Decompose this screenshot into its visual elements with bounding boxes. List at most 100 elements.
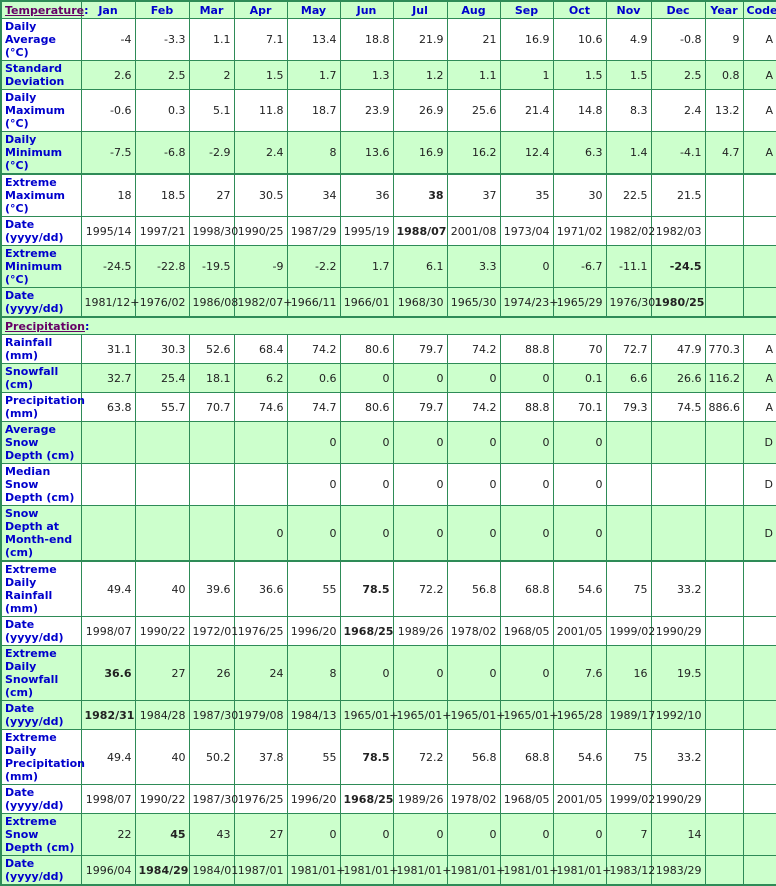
- value-cell: 0: [499, 645, 554, 701]
- value-cell: 27: [233, 813, 288, 856]
- value-cell: 30.5: [233, 173, 288, 217]
- value-cell: 80.6: [339, 334, 394, 364]
- value-cell: 0.1: [552, 363, 607, 393]
- code-cell: [742, 173, 776, 217]
- value-cell: 19.5: [650, 645, 706, 701]
- value-cell: 1983/12: [605, 855, 655, 886]
- value-cell: 31.1: [80, 334, 136, 364]
- value-cell: 1968/05: [499, 784, 554, 814]
- value-cell: 63.8: [80, 392, 136, 422]
- row-label: Snowfall (cm): [0, 363, 82, 393]
- value-cell: 1.1: [188, 18, 235, 61]
- value-cell: 1981/01+: [552, 855, 611, 886]
- value-cell: 0: [339, 421, 394, 464]
- value-cell: 0: [233, 505, 288, 562]
- month-header: Apr: [233, 0, 288, 19]
- value-cell: -0.6: [80, 89, 136, 132]
- row-label: Extreme Maximum (°C): [0, 173, 82, 217]
- value-cell: 0: [499, 363, 554, 393]
- value-cell: 0: [499, 421, 554, 464]
- value-cell: 6.6: [605, 363, 652, 393]
- value-cell: 0: [286, 813, 341, 856]
- value-cell: 1999/02: [605, 616, 655, 646]
- year-cell: [704, 813, 744, 856]
- value-cell: 25.4: [134, 363, 190, 393]
- value-cell: 0: [392, 363, 448, 393]
- month-header: May: [286, 0, 341, 19]
- value-cell: 2.6: [80, 60, 136, 90]
- row-snow-depth-month-end: Snow Depth at Month-end (cm) 0 0 0 0 0 0 0 D: [0, 505, 776, 562]
- value-cell: 0: [286, 505, 341, 562]
- value-cell: 21.5: [650, 173, 706, 217]
- code-header: Code: [742, 0, 776, 19]
- value-cell: 0: [392, 421, 448, 464]
- value-cell: 24: [233, 645, 288, 701]
- row-rainfall: Rainfall (mm) 31.1 30.3 52.6 68.4 74.2 80.6 79.…: [0, 334, 776, 364]
- row-std-dev: Standard Deviation 2.6 2.5 2 1.5 1.7 1.3 1.2 1.1…: [0, 60, 776, 90]
- value-cell: 0: [552, 505, 607, 562]
- value-cell: 34: [286, 173, 341, 217]
- code-cell: [742, 287, 776, 318]
- year-cell: [704, 216, 744, 246]
- value-cell: 1984/01: [188, 855, 238, 886]
- colon: :: [84, 319, 90, 333]
- value-cell: 22: [80, 813, 136, 856]
- value-cell: 49.4: [80, 560, 136, 617]
- value-cell: 18.7: [286, 89, 341, 132]
- value-cell: 7: [605, 813, 652, 856]
- value-cell: 13.4: [286, 18, 341, 61]
- value-cell: 0: [286, 421, 341, 464]
- code-cell: [742, 813, 776, 856]
- value-cell: 1990/29: [650, 616, 706, 646]
- value-cell: 1965/01+: [446, 700, 505, 730]
- value-cell: 8: [286, 131, 341, 175]
- value-cell: 88.8: [499, 392, 554, 422]
- value-cell: 6.3: [552, 131, 607, 175]
- value-cell: 79.7: [392, 392, 448, 422]
- value-cell: 16: [605, 645, 652, 701]
- value-cell: 2001/05: [552, 616, 607, 646]
- value-cell: 74.5: [650, 392, 706, 422]
- row-label: Precipitation (mm): [0, 392, 85, 422]
- month-header: Aug: [446, 0, 501, 19]
- value-cell: 12.4: [499, 131, 554, 175]
- value-cell: 47.9: [650, 334, 706, 364]
- value-cell: 1987/30: [188, 700, 238, 730]
- row-ext-daily-rain-date: Date (yyyy/dd) 1998/07 1990/22 1972/01 1976/…: [0, 616, 776, 646]
- code-cell: A: [742, 392, 776, 422]
- year-cell: [704, 700, 744, 730]
- row-ext-daily-rain: Extreme Daily Rainfall (mm) 49.4 40 39.6 36.…: [0, 560, 776, 617]
- row-label: Extreme Minimum (°C): [0, 245, 82, 288]
- value-cell: 1981/01+: [446, 855, 505, 886]
- code-cell: [742, 645, 776, 701]
- value-cell: 35: [499, 173, 554, 217]
- value-cell: 18.5: [134, 173, 190, 217]
- value-cell: 38: [392, 173, 448, 217]
- value-cell: 43: [188, 813, 235, 856]
- row-daily-min: Daily Minimum (°C) -7.5 -6.8 -2.9 2.4 8 13.6 16…: [0, 131, 776, 175]
- precipitation-header-section: Precipitation:: [0, 316, 776, 335]
- value-cell: 72.7: [605, 334, 652, 364]
- month-header: Sep: [499, 0, 554, 19]
- value-cell: 1987/29: [286, 216, 341, 246]
- value-cell: 26.6: [650, 363, 706, 393]
- value-cell: 1.4: [605, 131, 652, 175]
- value-cell: 27: [134, 645, 190, 701]
- precipitation-link[interactable]: Precipitation: [5, 320, 85, 333]
- value-cell: 1996/20: [286, 616, 341, 646]
- value-cell: 21.4: [499, 89, 554, 132]
- value-cell: 1990/25: [233, 216, 288, 246]
- value-cell: -24.5: [80, 245, 136, 288]
- value-cell: 74.2: [446, 334, 501, 364]
- value-cell: 7.1: [233, 18, 288, 61]
- value-cell: 1987/30: [188, 784, 238, 814]
- value-cell: -2.2: [286, 245, 341, 288]
- month-header: Dec: [650, 0, 706, 19]
- value-cell: 1998/07: [80, 616, 136, 646]
- row-label: Date (yyyy/dd): [0, 216, 82, 246]
- year-cell: [704, 560, 744, 617]
- value-cell: 1995/14: [80, 216, 136, 246]
- temperature-link[interactable]: Temperature: [5, 4, 84, 17]
- value-cell: 30.3: [134, 334, 190, 364]
- value-cell: [233, 463, 288, 506]
